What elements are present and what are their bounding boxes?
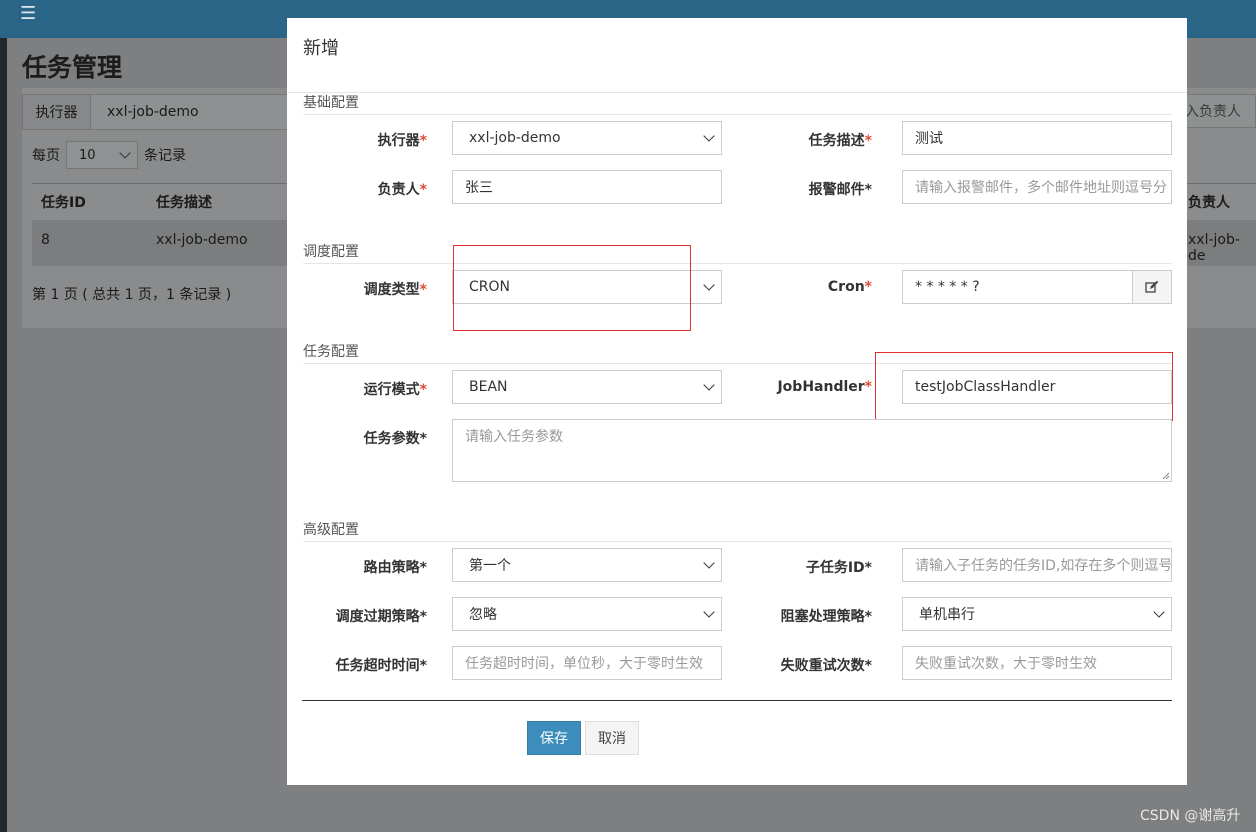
- executor-label: 执行器*: [377, 133, 427, 149]
- job-desc-label: 任务描述*: [808, 133, 872, 149]
- executor-select[interactable]: xxl-job-demo: [452, 121, 722, 155]
- chevron-down-icon: [703, 130, 715, 142]
- alarm-email-label: 报警邮件*: [808, 182, 872, 198]
- timeout-input[interactable]: 任务超时时间，单位秒，大于零时生效: [452, 646, 722, 680]
- job-param-label: 任务参数*: [363, 431, 427, 447]
- job-param-placeholder: 请输入任务参数: [465, 429, 563, 445]
- edit-icon: [1145, 280, 1159, 293]
- block-strategy-label: 阻塞处理策略*: [780, 609, 872, 625]
- section-schedule: 调度配置: [303, 241, 1172, 264]
- chevron-down-icon: [703, 606, 715, 618]
- timeout-label: 任务超时时间*: [335, 658, 427, 674]
- chevron-down-icon: [703, 279, 715, 291]
- hamburger-menu-icon[interactable]: ☰: [20, 5, 36, 23]
- route-strategy-select[interactable]: 第一个: [452, 548, 722, 582]
- cron-label: Cron*: [827, 279, 872, 295]
- column-header-id: 任务ID: [41, 195, 86, 211]
- fail-retry-input[interactable]: 失败重试次数，大于零时生效: [902, 646, 1172, 680]
- cancel-button[interactable]: 取消: [585, 721, 639, 755]
- watermark: CSDN @谢高升: [1140, 808, 1241, 824]
- child-job-input[interactable]: 请输入子任务的任务ID,如存在多个则逗号: [902, 548, 1172, 582]
- job-param-textarea[interactable]: 请输入任务参数: [452, 419, 1172, 482]
- column-header-desc: 任务描述: [156, 195, 212, 211]
- per-page-select[interactable]: 10: [66, 141, 138, 169]
- cell-owner: xxl-job-de: [1188, 232, 1240, 264]
- form-footer-divider: [302, 700, 1172, 701]
- child-job-label: 子任务ID*: [805, 560, 872, 576]
- per-page-prefix: 每页: [32, 148, 60, 164]
- add-job-modal: 新增 基础配置 执行器* xxl-job-demo 任务描述* 测试 负责人* …: [287, 18, 1187, 785]
- owner-filter-input[interactable]: 入负责人: [1180, 94, 1256, 128]
- misfire-strategy-label: 调度过期策略*: [335, 609, 427, 625]
- owner-label: 负责人*: [377, 182, 427, 198]
- modal-title: 新增: [303, 38, 339, 59]
- cell-desc: xxl-job-demo: [156, 232, 248, 248]
- resize-handle-icon[interactable]: [1162, 472, 1170, 480]
- chevron-down-icon: [703, 379, 715, 391]
- glue-type-label: 运行模式*: [363, 382, 427, 398]
- glue-type-select[interactable]: BEAN: [452, 370, 722, 404]
- executor-filter-label: 执行器: [23, 95, 91, 129]
- owner-input[interactable]: 张三: [452, 170, 722, 204]
- block-strategy-select[interactable]: 单机串行: [902, 597, 1172, 631]
- schedule-type-label: 调度类型*: [363, 282, 427, 298]
- alarm-email-input[interactable]: 请输入报警邮件，多个邮件地址则逗号分: [902, 170, 1172, 204]
- cron-input[interactable]: * * * * * ?: [902, 270, 1133, 304]
- chevron-down-icon: [1153, 606, 1165, 618]
- fail-retry-label: 失败重试次数*: [780, 658, 872, 674]
- page-title: 任务管理: [22, 53, 123, 82]
- executor-select-value: xxl-job-demo: [469, 130, 561, 146]
- chevron-down-icon: [703, 557, 715, 569]
- block-strategy-value: 单机串行: [919, 607, 975, 623]
- glue-type-value: BEAN: [469, 379, 508, 395]
- job-desc-input[interactable]: 测试: [902, 121, 1172, 155]
- chevron-down-icon: [119, 147, 131, 159]
- misfire-strategy-value: 忽略: [469, 607, 497, 623]
- cell-id: 8: [41, 232, 50, 248]
- highlight-job-handler: [875, 352, 1173, 421]
- column-header-owner: 负责人: [1188, 195, 1230, 211]
- executor-filter[interactable]: 执行器 xxl-job-demo: [22, 94, 290, 130]
- route-strategy-label: 路由策略*: [363, 560, 427, 576]
- section-advanced: 高级配置: [303, 519, 1172, 542]
- pagination-info: 第 1 页 ( 总共 1 页，1 条记录 ): [32, 287, 232, 303]
- executor-filter-value[interactable]: xxl-job-demo: [91, 95, 199, 129]
- job-handler-label: JobHandler*: [777, 379, 872, 395]
- misfire-strategy-select[interactable]: 忽略: [452, 597, 722, 631]
- highlight-schedule-type: [453, 245, 691, 331]
- save-button[interactable]: 保存: [527, 721, 581, 755]
- per-page-suffix: 条记录: [144, 148, 186, 164]
- section-basic: 基础配置: [303, 92, 1172, 115]
- edit-cron-button[interactable]: [1132, 270, 1172, 304]
- per-page-value: 10: [79, 147, 96, 163]
- per-page-control: 每页 10 条记录: [32, 141, 186, 169]
- route-strategy-value: 第一个: [469, 558, 511, 574]
- sidebar-strip: [0, 38, 7, 832]
